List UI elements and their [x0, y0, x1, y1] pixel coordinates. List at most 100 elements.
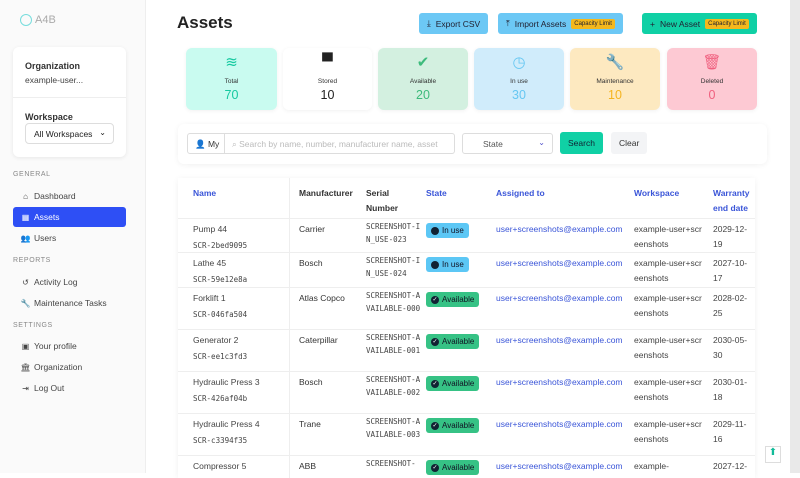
sidebar-item-label: Organization	[34, 362, 83, 372]
table-row[interactable]: Forklift 1 SCR-046fa504 Atlas Copco SCRE…	[178, 287, 755, 329]
asset-code: SCR-046fa504	[193, 310, 248, 319]
assigned-to-link[interactable]: user+screenshots@example.com	[496, 291, 623, 306]
stat-card-deleted[interactable]: 🗑 Deleted 0	[667, 48, 757, 110]
stat-value: 20	[416, 88, 430, 102]
sidebar-item-activity-log[interactable]: ↺ Activity Log	[13, 272, 126, 292]
warranty-end-date: 2027-10-17	[713, 258, 748, 283]
sidebar-item-label: Log Out	[34, 383, 65, 393]
check-circle-icon: ✓	[431, 421, 439, 430]
table-row[interactable]: Lathe 45 SCR-59e12e8a Bosch SCREENSHOT-I…	[178, 252, 755, 287]
sidebar-item-assets[interactable]: ▦ Assets	[13, 207, 126, 227]
column-header[interactable]: Assigned to	[496, 186, 616, 201]
asset-name[interactable]: Hydraulic Press 4	[193, 417, 260, 432]
search-placeholder: Search by name, number, manufacturer nam…	[239, 139, 438, 149]
wrench-icon: 🔧	[605, 54, 625, 71]
state-label: In use	[442, 260, 464, 269]
warranty-end-date: 2029-11-16	[713, 419, 747, 444]
upload-icon: ⤒	[506, 18, 510, 28]
sidebar-item-maintenance-tasks[interactable]: 🔧 Maintenance Tasks	[13, 293, 126, 313]
arrow-up-icon: ⬆	[768, 447, 778, 458]
serial-number: SCREENSHOT-IN_USE-024	[366, 256, 421, 278]
table-row[interactable]: Hydraulic Press 3 SCR-426af04b Bosch SCR…	[178, 371, 755, 413]
stat-label: Maintenance	[596, 78, 634, 85]
assigned-to-link[interactable]: user+screenshots@example.com	[496, 459, 623, 474]
state-label: Available	[442, 463, 475, 472]
new-asset-button[interactable]: + New Asset Capacity Limit	[642, 13, 757, 34]
workspace: example-user+screenshots	[634, 224, 702, 249]
sidebar-item-dashboard[interactable]: ⌂ Dashboard	[13, 186, 126, 206]
state-badge: ✓ Available	[426, 292, 480, 307]
user-icon: 👤	[195, 139, 206, 149]
asset-name[interactable]: Pump 44	[193, 222, 227, 237]
stat-card-stored[interactable]: ▀ Stored 10	[283, 48, 372, 110]
export-label: Export CSV	[435, 18, 481, 29]
logo[interactable]: A4B	[20, 14, 56, 26]
sidebar-item-label: Maintenance Tasks	[34, 298, 107, 308]
asset-name[interactable]: Compressor 5	[193, 459, 246, 474]
org-card: Organization example-user... Workspace A…	[13, 47, 126, 157]
users-icon: 👥	[20, 233, 31, 243]
assets-table: Name Manufacturer Serial Number State Assign…	[178, 178, 755, 478]
search-button[interactable]: Search	[560, 132, 603, 154]
asset-code: SCR-ee1c3fd3	[193, 352, 248, 361]
history-icon: ↺	[22, 277, 29, 287]
table-row[interactable]: Generator 2 SCR-ee1c3fd3 Caterpillar SCR…	[178, 329, 755, 371]
column-header[interactable]: Warranty end date	[713, 186, 755, 216]
stat-card-total[interactable]: ≋ Total 70	[186, 48, 277, 110]
scroll-to-top-button[interactable]: ⬆	[765, 446, 781, 463]
check-circle-icon: ✓	[431, 337, 439, 346]
layers-icon: ≋	[225, 54, 238, 71]
search-input[interactable]: ⌕ Search by name, number, manufacturer n…	[225, 133, 455, 154]
state-select[interactable]: State ⌄	[462, 133, 553, 154]
sidebar-item-your-profile[interactable]: ▣ Your profile	[13, 336, 126, 356]
asset-name[interactable]: Generator 2	[193, 333, 238, 348]
logo-icon	[20, 14, 32, 26]
column-header[interactable]: Name	[193, 186, 313, 201]
check-circle-icon: ✔	[416, 54, 430, 71]
stat-card-available[interactable]: ✔ Available 20	[378, 48, 468, 110]
sidebar-item-organization[interactable]: 🏛 Organization	[13, 357, 126, 377]
workspace: example-user+screenshots	[634, 258, 702, 283]
assigned-to-link[interactable]: user+screenshots@example.com	[496, 375, 623, 390]
table-row[interactable]: Compressor 5 ABB SCREENSHOT- ✓ Available …	[178, 455, 755, 478]
serial-number: SCREENSHOT-AVAILABLE-002	[366, 375, 421, 397]
workspace-select[interactable]: All Workspaces ⌄	[25, 123, 114, 144]
box-icon: ▀	[322, 53, 333, 70]
asset-code: SCR-59e12e8a	[193, 275, 248, 284]
manufacturer: ABB	[299, 461, 317, 471]
sidebar-item-log-out[interactable]: ⇥ Log Out	[13, 378, 126, 398]
check-circle-icon: ✓	[431, 295, 439, 304]
sidebar-item-users[interactable]: 👥 Users	[13, 228, 126, 248]
asset-code: SCR-2bed9095	[193, 241, 248, 250]
stat-card-maintenance[interactable]: 🔧 Maintenance 10	[570, 48, 660, 110]
state-badge: ✓ Available	[426, 334, 480, 349]
scrollbar[interactable]	[790, 0, 800, 473]
workspace-label: Workspace	[25, 112, 73, 122]
table-row[interactable]: Hydraulic Press 4 SCR-c3394f35 Trane SCR…	[178, 413, 755, 455]
stat-label: Stored	[317, 78, 338, 85]
sidebar-item-label: Users	[34, 233, 57, 243]
assigned-to-link[interactable]: user+screenshots@example.com	[496, 333, 623, 348]
chevron-down-icon: ⌄	[99, 128, 106, 137]
stat-card-in-use[interactable]: ◷ In use 30	[474, 48, 564, 110]
table-row[interactable]: Pump 44 SCR-2bed9095 Carrier SCREENSHOT-…	[178, 218, 755, 252]
assigned-to-link[interactable]: user+screenshots@example.com	[496, 417, 623, 432]
assigned-to-link[interactable]: user+screenshots@example.com	[496, 256, 623, 271]
warranty-end-date: 2030-01-18	[713, 377, 748, 402]
org-value[interactable]: example-user...	[25, 75, 83, 85]
asset-name[interactable]: Hydraulic Press 3	[193, 375, 260, 390]
asset-name[interactable]: Lathe 45	[193, 256, 226, 271]
stat-label: Deleted	[700, 78, 724, 85]
export-csv-button[interactable]: ⤓ Export CSV	[419, 13, 489, 34]
workspace: example-user+screenshots	[634, 335, 702, 360]
download-icon: ⤓	[427, 18, 431, 28]
section-settings: SETTINGS	[13, 322, 53, 329]
import-assets-button[interactable]: ⤒ Import Assets Capacity Limit	[498, 13, 623, 34]
manufacturer: Atlas Copco	[299, 293, 345, 303]
asset-name[interactable]: Forklift 1	[193, 291, 226, 306]
asset-code: SCR-c3394f35	[193, 436, 248, 445]
my-toggle[interactable]: 👤 My	[187, 133, 225, 154]
assigned-to-link[interactable]: user+screenshots@example.com	[496, 222, 623, 237]
manufacturer: Bosch	[299, 258, 323, 268]
clear-button[interactable]: Clear	[611, 132, 648, 154]
